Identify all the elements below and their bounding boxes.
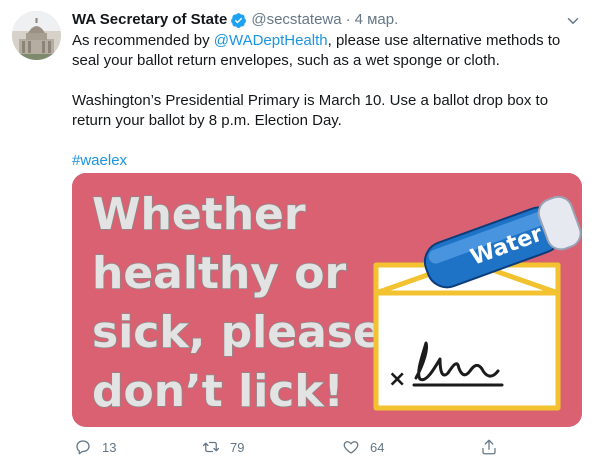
tweet-text-segment: As recommended by [72,32,214,49]
like-count: 64 [370,439,385,455]
more-options-chevron-down-icon[interactable] [564,12,582,30]
retweet-button[interactable]: 79 [202,438,244,456]
headline-line-3: sick, please [92,307,383,358]
tweet-actions: 13 79 64 [72,438,502,458]
share-button[interactable] [480,438,508,456]
share-icon [482,439,496,455]
reply-icon [76,440,90,455]
verified-badge-icon [230,12,247,29]
avatar[interactable] [12,11,61,60]
retweet-icon [202,441,220,453]
tweet-paragraph-3: #waelex [72,151,584,171]
mention-link[interactable]: @WADeptHealth [214,32,328,49]
headline-line-2: healthy or [92,248,347,299]
tweet-content: WA Secretary of State @secstatewa · 4 ма… [72,10,584,171]
reply-button[interactable]: 13 [74,438,116,456]
author-handle[interactable]: @secstatewa [251,10,341,30]
reply-count: 13 [102,439,117,455]
tweet-paragraph-1: As recommended by @WADeptHealth, please … [72,31,584,71]
envelope-illustration: × [373,258,561,411]
tweet-media-image[interactable]: Whether healthy or sick, please don’t li… [72,173,582,427]
header-separator: · [345,11,351,28]
tweet-header: WA Secretary of State @secstatewa · 4 ма… [72,10,584,30]
capitol-building-icon [12,11,61,60]
signature-x-mark: × [388,367,406,392]
tweet-paragraph-2: Washington’s Presidential Primary is Mar… [72,92,549,129]
headline-line-1: Whether [92,189,306,240]
author-name[interactable]: WA Secretary of State [72,10,227,30]
retweet-count: 79 [230,439,245,455]
tweet-timestamp[interactable]: 4 мар. [355,10,399,30]
media-graphic: Whether healthy or sick, please don’t li… [72,173,582,427]
like-button[interactable]: 64 [342,438,384,456]
headline-line-4: don’t lick! [92,366,344,417]
tweet[interactable]: WA Secretary of State @secstatewa · 4 ма… [0,0,597,468]
tweet-text: As recommended by @WADeptHealth, please … [72,31,584,171]
heart-icon [343,441,359,454]
hashtag-link[interactable]: #waelex [72,152,127,169]
